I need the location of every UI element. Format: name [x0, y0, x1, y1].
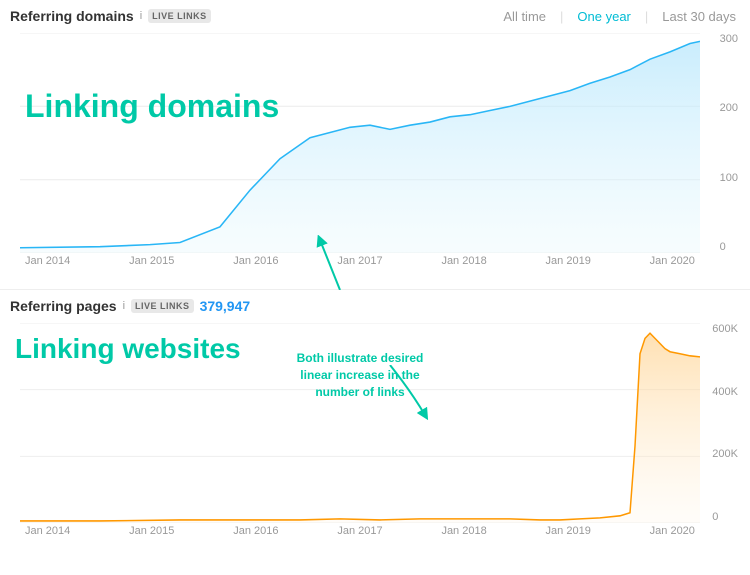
y-label-300: 300 [720, 33, 738, 45]
y-label-400k: 400K [712, 386, 738, 398]
x-label-jan2019: Jan 2019 [546, 255, 591, 267]
time-filters: All time | One year | Last 30 days [499, 9, 740, 24]
x-label-b-jan2016: Jan 2016 [233, 525, 278, 537]
linking-websites-label: Linking websites [15, 333, 241, 365]
linking-domains-label: Linking domains [25, 88, 279, 125]
referring-domains-title: Referring domains [10, 8, 134, 24]
x-label-jan2016: Jan 2016 [233, 255, 278, 267]
referring-pages-title: Referring pages [10, 298, 117, 314]
referring-pages-section: Referring pages i LIVE LINKS 379,947 Bot… [0, 290, 750, 573]
y-axis-bottom: 600K 400K 200K 0 [712, 323, 738, 523]
page-container: Referring domains i LIVE LINKS All time … [0, 0, 750, 575]
x-label-b-jan2015: Jan 2015 [129, 525, 174, 537]
x-label-b-jan2019: Jan 2019 [546, 525, 591, 537]
y-label-200: 200 [720, 102, 738, 114]
x-label-b-jan2014: Jan 2014 [25, 525, 70, 537]
y-axis-top: 300 200 100 0 [720, 33, 738, 253]
x-label-b-jan2020: Jan 2020 [650, 525, 695, 537]
section-header-top: Referring domains i LIVE LINKS All time … [10, 0, 740, 28]
top-chart-area: 300 200 100 0 Jan 2014 Jan 2015 Jan 2016… [20, 33, 700, 267]
arrow-down-icon [380, 365, 440, 420]
live-links-badge-bottom: LIVE LINKS [131, 299, 194, 313]
x-label-b-jan2017: Jan 2017 [337, 525, 382, 537]
y-label-200k: 200K [712, 448, 738, 460]
time-filter-one-year[interactable]: One year [573, 9, 634, 24]
y-label-0-top: 0 [720, 241, 738, 253]
y-label-600k: 600K [712, 323, 738, 335]
referring-count: 379,947 [200, 298, 251, 314]
x-label-b-jan2018: Jan 2018 [441, 525, 486, 537]
time-filter-30-days[interactable]: Last 30 days [658, 9, 740, 24]
top-chart: 300 200 100 0 [20, 33, 700, 253]
y-label-100: 100 [720, 172, 738, 184]
y-label-0-bottom: 0 [712, 511, 738, 523]
title-row-top: Referring domains i LIVE LINKS [10, 8, 211, 24]
x-label-jan2018: Jan 2018 [441, 255, 486, 267]
info-icon-top[interactable]: i [140, 10, 142, 22]
top-chart-svg [20, 33, 700, 253]
x-label-jan2020: Jan 2020 [650, 255, 695, 267]
live-links-badge-top: LIVE LINKS [148, 9, 211, 23]
x-label-jan2014: Jan 2014 [25, 255, 70, 267]
info-icon-bottom[interactable]: i [123, 300, 125, 312]
referring-domains-section: Referring domains i LIVE LINKS All time … [0, 0, 750, 290]
section-header-bottom: Referring pages i LIVE LINKS 379,947 [10, 290, 740, 318]
time-filter-all[interactable]: All time [499, 9, 550, 24]
arrow-up-icon [310, 235, 370, 290]
x-label-jan2015: Jan 2015 [129, 255, 174, 267]
x-axis-bottom: Jan 2014 Jan 2015 Jan 2016 Jan 2017 Jan … [20, 525, 700, 537]
